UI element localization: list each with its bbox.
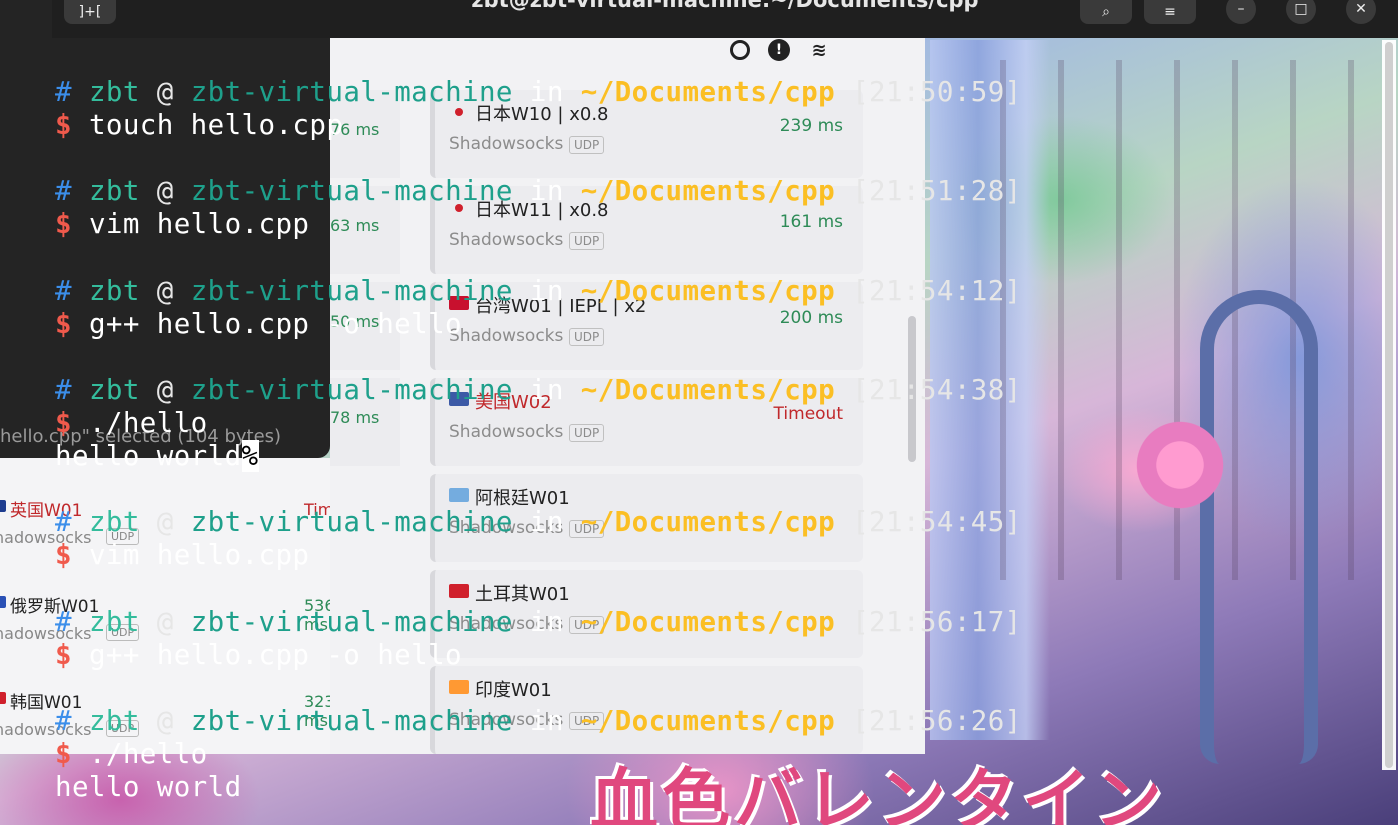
prompt-line: # zbt @ zbt-virtual-machine in ~/Documen… — [55, 506, 1022, 539]
prompt-host: zbt-virtual-machine — [190, 373, 513, 406]
prompt-hash: # — [55, 506, 72, 539]
prompt-dollar: $ — [55, 208, 72, 241]
prompt-hash: # — [55, 605, 72, 638]
prompt-hash: # — [55, 76, 72, 108]
prompt-timestamp: [21:51:28] — [852, 175, 1022, 208]
prompt-hash: # — [55, 373, 72, 406]
command-line: $ g++ hello.cpp -o hello — [55, 308, 462, 341]
prompt-user: zbt — [88, 704, 140, 737]
prompt-user: zbt — [88, 274, 140, 307]
prompt-dollar: $ — [55, 109, 72, 142]
prompt-path: ~/Documents/cpp — [580, 274, 836, 307]
prompt-user: zbt — [88, 76, 140, 108]
prompt-in: in — [529, 704, 564, 737]
prompt-at: @ — [156, 506, 174, 539]
prompt-user: zbt — [88, 373, 140, 406]
prompt-timestamp: [21:56:17] — [852, 605, 1022, 638]
prompt-timestamp: [21:50:59] — [852, 76, 1022, 108]
command-line: $ vim hello.cpp — [55, 539, 309, 572]
minimize-button[interactable]: – — [1226, 0, 1256, 24]
prompt-at: @ — [156, 274, 174, 307]
prompt-in: in — [529, 605, 564, 638]
menu-icon: ≡ — [1164, 4, 1176, 20]
prompt-path: ~/Documents/cpp — [580, 506, 836, 539]
prompt-dollar: $ — [55, 539, 72, 572]
prompt-hash: # — [55, 175, 72, 208]
command-text: g++ hello.cpp -o hello — [88, 638, 462, 671]
prompt-timestamp: [21:54:38] — [852, 373, 1022, 406]
prompt-at: @ — [156, 373, 174, 406]
prompt-in: in — [529, 175, 564, 208]
prompt-in: in — [529, 76, 564, 108]
prompt-line: # zbt @ zbt-virtual-machine in ~/Documen… — [55, 374, 1022, 407]
prompt-line: # zbt @ zbt-virtual-machine in ~/Documen… — [55, 76, 1022, 109]
new-tab-button[interactable]: ]+[ — [64, 0, 116, 24]
prompt-host: zbt-virtual-machine — [190, 605, 513, 638]
prompt-host: zbt-virtual-machine — [190, 274, 513, 307]
command-line: $ vim hello.cpp — [55, 208, 309, 241]
prompt-path: ~/Documents/cpp — [580, 704, 836, 737]
output-line: hello world% — [55, 440, 259, 473]
minimize-icon: – — [1237, 1, 1245, 17]
prompt-timestamp: [21:56:26] — [852, 704, 1022, 737]
prompt-user: zbt — [88, 175, 140, 208]
window-title: zbt@zbt-virtual-machine:~/Documents/cpp — [471, 0, 979, 12]
maximize-icon: □ — [1294, 1, 1308, 17]
prompt-path: ~/Documents/cpp — [580, 76, 836, 108]
prompt-path: ~/Documents/cpp — [580, 373, 836, 406]
prompt-in: in — [529, 506, 564, 539]
new-tab-icon: ]+[ — [78, 4, 102, 20]
prompt-host: zbt-virtual-machine — [190, 506, 513, 539]
command-text: ./hello — [88, 738, 208, 770]
prompt-line: # zbt @ zbt-virtual-machine in ~/Documen… — [55, 606, 1022, 639]
prompt-at: @ — [156, 605, 174, 638]
command-line: $ g++ hello.cpp -o hello — [55, 639, 462, 672]
prompt-line: # zbt @ zbt-virtual-machine in ~/Documen… — [55, 175, 1022, 208]
search-button[interactable]: ⌕ — [1080, 0, 1132, 24]
menu-button[interactable]: ≡ — [1144, 0, 1196, 24]
command-line: $ ./hello — [55, 407, 208, 440]
prompt-host: zbt-virtual-machine — [190, 175, 513, 208]
prompt-in: in — [529, 274, 564, 307]
prompt-timestamp: [21:54:12] — [852, 274, 1022, 307]
prompt-dollar: $ — [55, 638, 72, 671]
prompt-hash: # — [55, 274, 72, 307]
output-text: hello world — [55, 440, 242, 473]
output-text: hello world — [55, 771, 242, 804]
search-icon: ⌕ — [1102, 4, 1110, 20]
command-text: vim hello.cpp — [88, 539, 310, 572]
prompt-dollar: $ — [55, 407, 72, 439]
terminal-output[interactable]: # zbt @ zbt-virtual-machine in ~/Documen… — [0, 38, 1398, 825]
prompt-at: @ — [156, 76, 174, 108]
prompt-at: @ — [156, 704, 174, 737]
prompt-dollar: $ — [55, 738, 72, 770]
prompt-timestamp: [21:54:45] — [852, 506, 1022, 539]
prompt-host: zbt-virtual-machine — [190, 704, 513, 737]
prompt-user: zbt — [88, 506, 140, 539]
prompt-hash: # — [55, 704, 72, 737]
prompt-dollar: $ — [55, 307, 72, 340]
command-text: g++ hello.cpp -o hello — [88, 307, 462, 340]
no-newline-marker: % — [241, 440, 259, 473]
prompt-line: # zbt @ zbt-virtual-machine in ~/Documen… — [55, 705, 1022, 738]
prompt-host: zbt-virtual-machine — [190, 76, 513, 108]
prompt-path: ~/Documents/cpp — [580, 605, 836, 638]
prompt-line: # zbt @ zbt-virtual-machine in ~/Documen… — [55, 275, 1022, 308]
maximize-button[interactable]: □ — [1286, 0, 1316, 24]
close-icon: ✕ — [1355, 1, 1367, 17]
command-text: touch hello.cpp — [88, 109, 344, 142]
command-line: $ touch hello.cpp — [55, 109, 343, 142]
output-line: hello world — [55, 771, 242, 804]
command-line: $ ./hello — [55, 738, 208, 771]
prompt-in: in — [529, 373, 564, 406]
prompt-user: zbt — [88, 605, 140, 638]
close-button[interactable]: ✕ — [1346, 0, 1376, 24]
prompt-path: ~/Documents/cpp — [580, 175, 836, 208]
terminal-titlebar: zbt@zbt-virtual-machine:~/Documents/cpp … — [52, 0, 1398, 38]
prompt-at: @ — [156, 175, 174, 208]
command-text: vim hello.cpp — [88, 208, 310, 241]
command-text: ./hello — [88, 407, 208, 439]
